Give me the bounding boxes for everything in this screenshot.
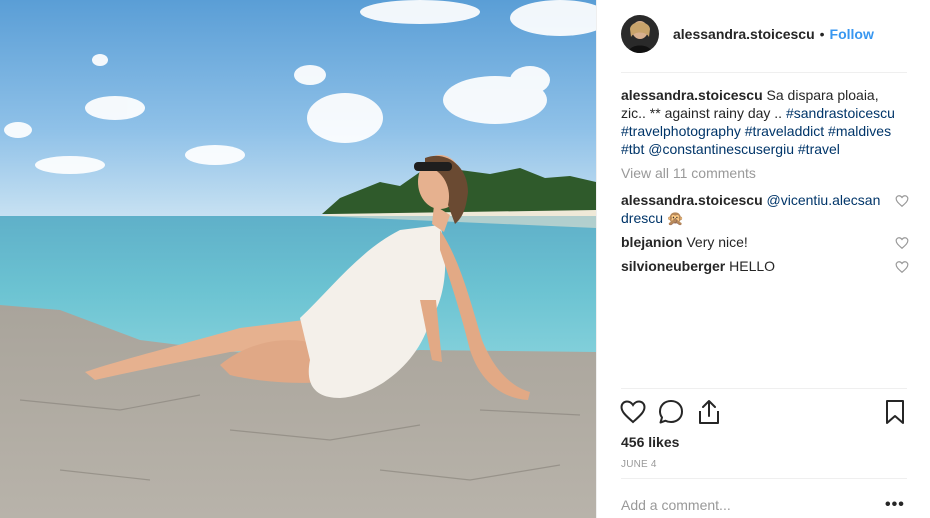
follow-button[interactable]: Follow bbox=[830, 26, 874, 42]
hashtag-link[interactable]: #travelphotography bbox=[621, 123, 741, 139]
post-header: alessandra.stoicescu • Follow bbox=[621, 14, 905, 54]
comment-text: HELLO bbox=[725, 258, 776, 274]
likes-count[interactable]: 456 likes bbox=[621, 434, 679, 450]
hashtag-link[interactable]: #travel bbox=[798, 141, 840, 157]
view-all-comments-link[interactable]: View all 11 comments bbox=[621, 164, 907, 182]
heart-icon[interactable] bbox=[895, 236, 909, 250]
header-divider bbox=[621, 72, 907, 73]
post-date[interactable]: JUNE 4 bbox=[621, 459, 657, 470]
hashtag-link[interactable]: #sandrastoicescu bbox=[786, 105, 895, 121]
add-comment-input[interactable] bbox=[621, 497, 871, 513]
caption-username[interactable]: alessandra.stoicescu bbox=[621, 87, 763, 103]
actions-divider bbox=[621, 388, 907, 389]
comment-text: 🙊 bbox=[663, 210, 685, 226]
heart-icon[interactable] bbox=[895, 194, 909, 208]
comment-username[interactable]: alessandra.stoicescu bbox=[621, 192, 763, 208]
heart-icon[interactable] bbox=[619, 398, 647, 426]
comment-username[interactable]: silvioneuberger bbox=[621, 258, 725, 274]
hashtag-link[interactable]: #maldives bbox=[828, 123, 891, 139]
post-photo[interactable] bbox=[0, 0, 596, 518]
post-side-panel: alessandra.stoicescu • Follow alessandra… bbox=[596, 0, 930, 518]
hashtag-link[interactable]: #tbt bbox=[621, 141, 644, 157]
add-comment-divider bbox=[621, 478, 907, 479]
post-actions bbox=[619, 398, 909, 426]
comment-item: silvioneuberger HELLO bbox=[621, 257, 909, 275]
hashtag-link[interactable]: #traveladdict bbox=[745, 123, 824, 139]
comment-username[interactable]: blejanion bbox=[621, 234, 682, 250]
more-options-button[interactable]: ••• bbox=[885, 496, 905, 514]
share-icon[interactable] bbox=[695, 398, 723, 426]
separator-dot: • bbox=[819, 26, 825, 42]
bookmark-icon[interactable] bbox=[881, 398, 909, 426]
comment-item: blejanion Very nice! bbox=[621, 233, 909, 251]
avatar[interactable] bbox=[621, 15, 659, 53]
comments-section: alessandra.stoicescu Sa dispara ploaia, … bbox=[621, 86, 909, 281]
author-username[interactable]: alessandra.stoicescu bbox=[673, 26, 815, 42]
beach-photo-image bbox=[0, 0, 596, 518]
mention-link[interactable]: @constantinescusergiu bbox=[648, 141, 794, 157]
comment-item: alessandra.stoicescu @vicentiu.alecsandr… bbox=[621, 191, 909, 227]
comment-text: Very nice! bbox=[682, 234, 748, 250]
comment-icon[interactable] bbox=[657, 398, 685, 426]
heart-icon[interactable] bbox=[895, 260, 909, 274]
post-caption: alessandra.stoicescu Sa dispara ploaia, … bbox=[621, 86, 907, 158]
